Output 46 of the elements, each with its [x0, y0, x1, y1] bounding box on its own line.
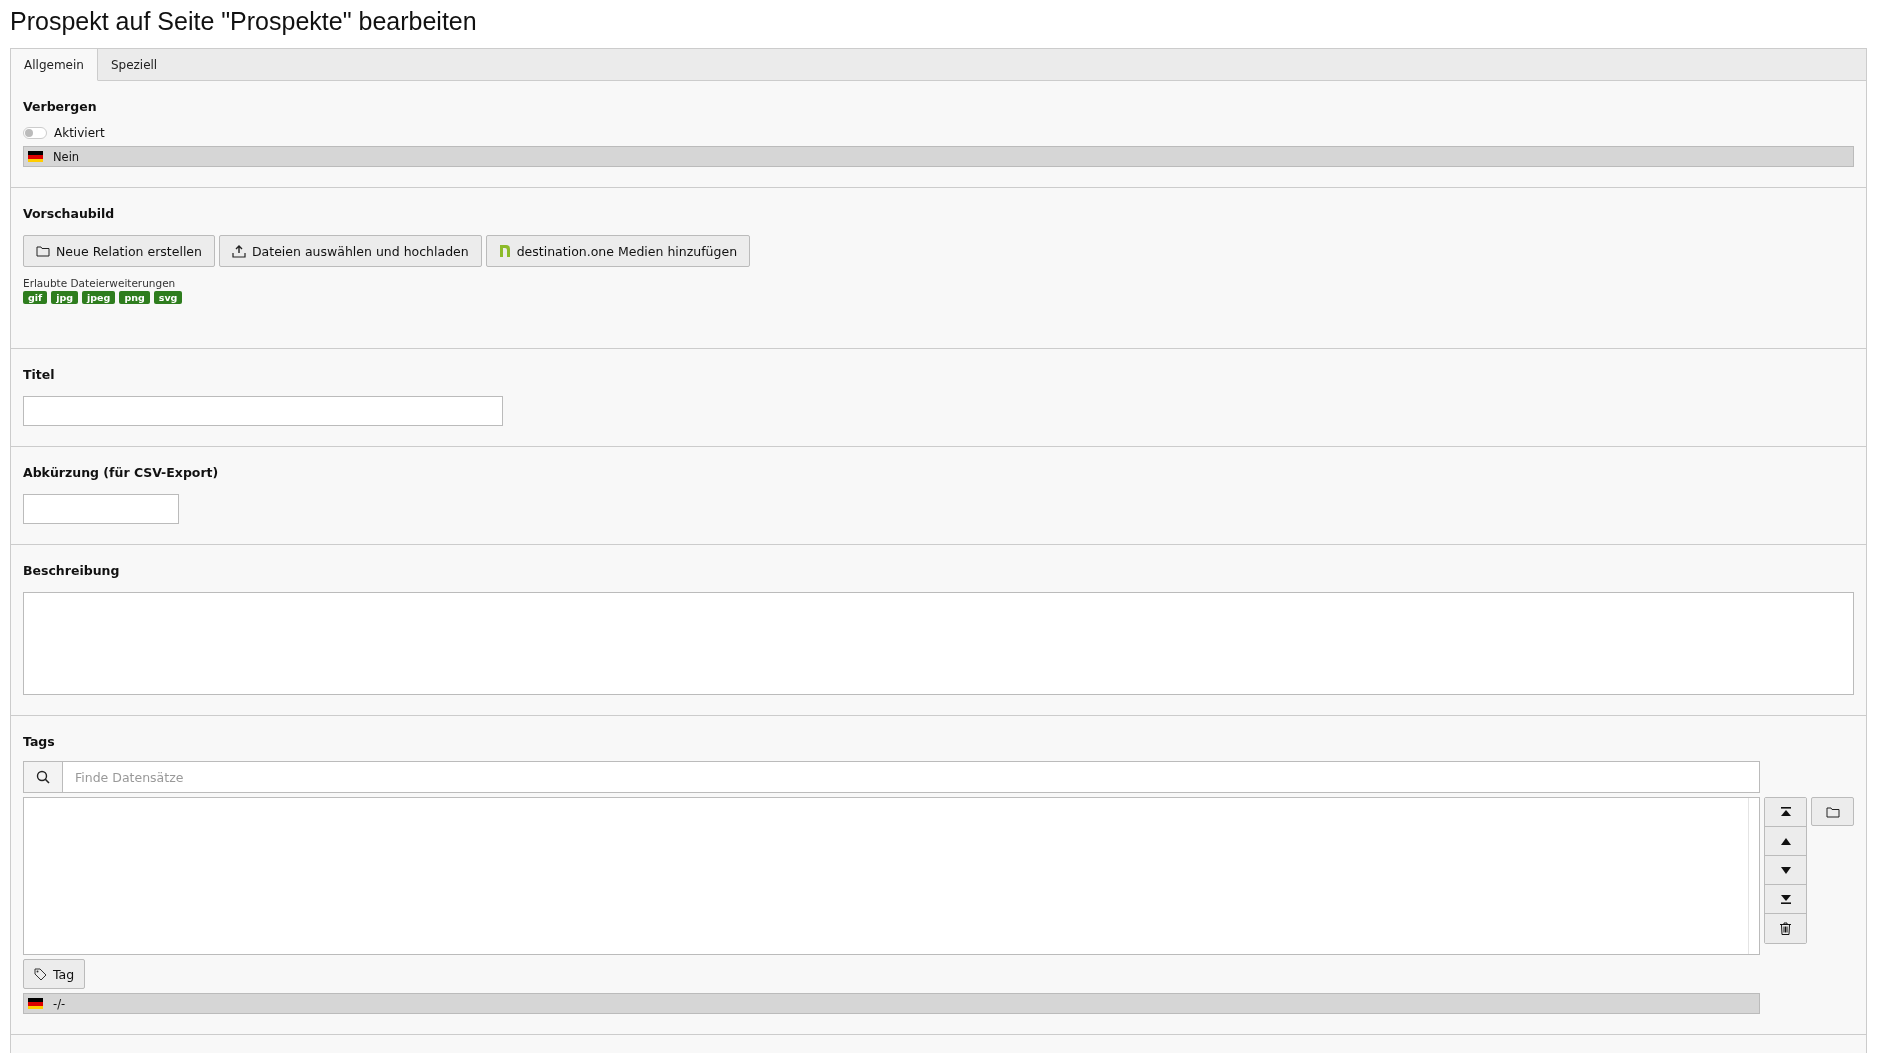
upload-icon — [232, 244, 246, 258]
flag-icon — [28, 998, 43, 1009]
caret-up-icon — [1780, 837, 1791, 845]
language-value: -/- — [53, 996, 66, 1011]
browse-button[interactable] — [1811, 797, 1854, 826]
caret-down-icon — [1780, 866, 1791, 874]
extension-badge: svg — [153, 291, 183, 304]
logo-icon — [498, 244, 511, 258]
field-label: Vorschaubild — [23, 206, 116, 221]
search-field[interactable]: Finde Datensätze — [63, 761, 1760, 793]
field-label: Beschreibung — [23, 563, 121, 578]
folder-icon — [36, 245, 50, 257]
move-up-button[interactable] — [1765, 827, 1806, 856]
action-button[interactable]: destination.one Medien hinzufügen — [485, 235, 751, 267]
allowed-extensions-label: Erlaubte Dateierweiterungen — [23, 277, 177, 289]
tab[interactable]: Speziell — [97, 49, 172, 81]
move-bottom-icon — [1780, 894, 1791, 904]
move-to-top-button[interactable] — [1765, 798, 1806, 827]
title-input[interactable] — [23, 396, 503, 426]
field-label: Titel — [23, 367, 56, 382]
abbreviation-input[interactable] — [23, 494, 179, 524]
toggle-switch[interactable] — [23, 127, 47, 139]
action-button[interactable]: Neue Relation erstellen — [23, 235, 215, 267]
flag-icon — [28, 151, 43, 162]
search-icon — [23, 761, 63, 793]
move-to-bottom-button[interactable] — [1765, 885, 1806, 914]
move-down-button[interactable] — [1765, 856, 1806, 885]
language-value: Nein — [53, 149, 80, 164]
tab[interactable]: Allgemein — [11, 49, 98, 81]
field-label: Tags — [23, 734, 56, 749]
extension-badge: jpeg — [82, 291, 116, 304]
tag-icon — [34, 967, 47, 981]
extension-badge: jpg — [51, 291, 79, 304]
field-label: Abkürzung (für CSV-Export) — [23, 465, 220, 480]
description-textarea[interactable] — [23, 592, 1854, 695]
page-title: Prospekt auf Seite "Prospekte" bearbeiten — [10, 6, 478, 37]
folder-icon — [1825, 805, 1840, 818]
extension-badge: gif — [23, 291, 48, 304]
field-label: Verbergen — [23, 99, 98, 114]
extension-badge: png — [119, 291, 150, 304]
delete-button[interactable] — [1765, 914, 1806, 943]
trash-icon — [1780, 922, 1791, 935]
add-tag-button[interactable]: Tag — [23, 959, 86, 989]
toggle-label: Aktiviert — [54, 126, 105, 140]
action-button[interactable]: Dateien auswählen und hochladen — [219, 235, 482, 267]
move-top-icon — [1780, 807, 1791, 817]
